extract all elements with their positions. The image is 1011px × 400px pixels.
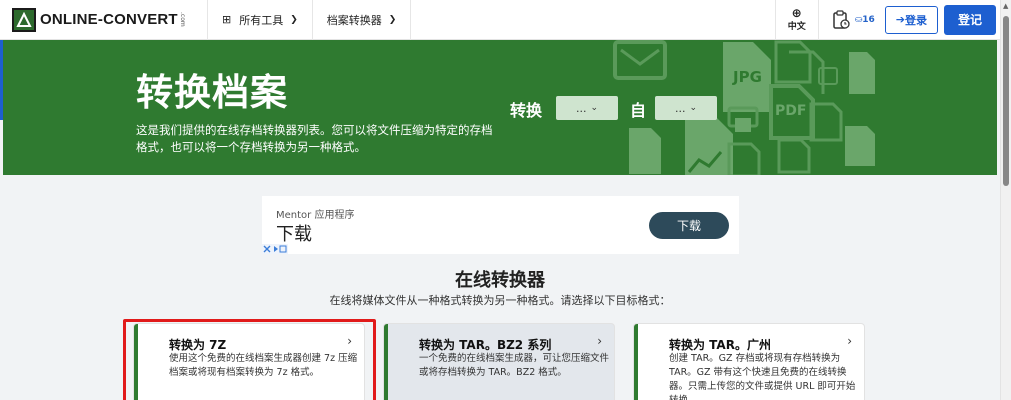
from-label: 自 (630, 101, 647, 120)
logo-text: ONLINE-CONVERT (40, 11, 178, 28)
file-icons-decoration: JPG PDF (613, 40, 875, 175)
archive-converter-dropdown[interactable]: 档案转换器 ❯ (313, 0, 412, 40)
svg-text:PDF: PDF (775, 103, 806, 119)
all-tools-label: 所有工具 (239, 13, 284, 27)
language-selector[interactable]: ⊕ 中文 (774, 0, 819, 40)
scroll-up-arrow-icon[interactable]: ▲ (1003, 2, 1008, 10)
clipboard-history-button[interactable] (827, 0, 855, 40)
card-title: 转换为 7Z (169, 338, 227, 352)
language-label: 中文 (787, 22, 806, 32)
nav-actions: ⊕ 中文 ⛀16 ➔ 登录 登记 (774, 0, 1000, 40)
target-format-select[interactable]: ... ⌄ (556, 96, 618, 120)
all-tools-dropdown[interactable]: ⊞ 所有工具 ❯ (208, 0, 313, 40)
credits-value: 16 (862, 14, 875, 25)
section-subtitle: 在线将媒体文件从一种格式转换为另一种格式。请选择以下目标格式： (329, 294, 671, 307)
chevron-down-icon: ⌄ (590, 103, 599, 113)
page-title: 转换档案 (136, 71, 288, 114)
clipboard-clock-icon (832, 9, 850, 29)
converter-card-tar-gz[interactable]: 转换为 TAR。广州 › 创建 TAR。GZ 存档或将现有存档转换为 TAR。G… (634, 324, 864, 400)
converter-card-7z[interactable]: 转换为 7Z › 使用这个免费的在线档案生成器创建 7z 压缩档案或将现有档案转… (134, 324, 364, 400)
login-label: 登录 (905, 13, 927, 27)
card-description: 使用这个免费的在线档案生成器创建 7z 压缩档案或将现有档案转换为 7z 格式。 (169, 353, 358, 378)
grid-icon: ⊞ (222, 13, 232, 26)
scrollbar-thumb[interactable] (1003, 16, 1009, 186)
logo-icon (12, 7, 36, 32)
signup-button[interactable]: 登记 (944, 4, 996, 35)
svg-text:JPG: JPG (732, 68, 762, 86)
login-arrow-icon: ➔ (895, 13, 905, 26)
source-format-select[interactable]: ... ⌄ (655, 96, 717, 120)
chevron-right-icon: › (347, 334, 352, 348)
site-logo[interactable]: ONLINE-CONVERT .com (0, 0, 208, 40)
source-format-value: ... (674, 101, 686, 115)
advertisement-banner[interactable]: Mentor 应用程序 下载 下载 (262, 196, 739, 254)
ad-app-name: Mentor 应用程序 (276, 210, 355, 221)
card-title: 转换为 TAR。BZ2 系列 (419, 338, 552, 352)
chevron-down-icon: ⌄ (689, 103, 698, 113)
converter-card-tar-bz2[interactable]: 转换为 TAR。BZ2 系列 › 一个免费的在线档案生成器，可让您压缩文件或将存… (384, 324, 614, 400)
convert-label: 转换 (510, 101, 543, 120)
card-description: 创建 TAR。GZ 存档或将现有存档转换为 TAR。GZ 带有这个快速且免费的在… (669, 353, 856, 400)
hero-description: 这是我们提供的在线存档转换器列表。您可以将文件压缩为特定的存档格式，也可以将一个… (136, 123, 493, 154)
ad-download-button[interactable]: 下载 (649, 212, 729, 239)
top-navbar: ONLINE-CONVERT .com ⊞ 所有工具 ❯ 档案转换器 ❯ ⊕ 中… (0, 0, 1000, 40)
archive-converter-label: 档案转换器 (326, 13, 382, 27)
globe-icon: ⊕ (791, 6, 802, 20)
login-button[interactable]: ➔ 登录 (884, 5, 938, 34)
chevron-down-icon: ❯ (290, 14, 298, 25)
logo-suffix: .com (178, 12, 186, 27)
chevron-right-icon: › (597, 334, 602, 348)
card-title: 转换为 TAR。广州 (669, 338, 771, 352)
credits-counter[interactable]: ⛀16 (855, 15, 875, 25)
chevron-down-icon: ❯ (388, 14, 397, 25)
card-description: 一个免费的在线档案生成器，可让您压缩文件或将存档转换为 TAR。BZ2 格式。 (419, 353, 610, 378)
hero-banner: JPG PDF 转换档案 这是我们提供的在线存档转换器列表。您可以将文件压缩为特… (3, 40, 997, 175)
page-scrollbar[interactable]: ▲ (1000, 0, 1011, 400)
section-title: 在线转换器 (455, 270, 545, 291)
ad-headline: 下载 (276, 224, 312, 245)
page: ONLINE-CONVERT .com ⊞ 所有工具 ❯ 档案转换器 ❯ ⊕ 中… (0, 0, 1011, 400)
chevron-right-icon: › (847, 334, 852, 348)
ad-choices-icon[interactable] (262, 244, 288, 254)
target-format-value: ... (575, 101, 587, 115)
